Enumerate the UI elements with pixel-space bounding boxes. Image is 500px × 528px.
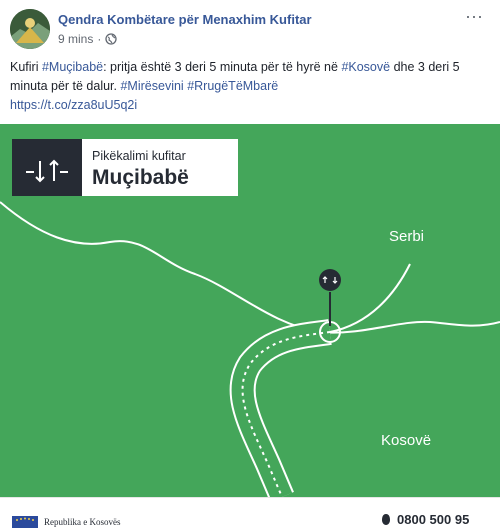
- page-name-link[interactable]: Qendra Kombëtare për Menaxhim Kufitar: [58, 12, 312, 27]
- more-options-icon[interactable]: ···: [462, 7, 486, 29]
- graphic-footer: Republika e Kosovës 0800 500 95: [0, 497, 500, 528]
- post-text: Kufiri #Muçibabë: pritja është 3 deri 5 …: [10, 58, 488, 115]
- globe-icon[interactable]: [105, 33, 117, 45]
- crossing-sign: Pikëkalimi kufitar Muçibabë: [82, 139, 238, 196]
- post-header: Qendra Kombëtare për Menaxhim Kufitar 9 …: [10, 7, 490, 49]
- post-image[interactable]: Pikëkalimi kufitar Muçibabë Serbi Kosovë: [0, 124, 500, 497]
- republic-label: Republika e Kosovës: [44, 517, 121, 527]
- label-serbia: Serbi: [389, 228, 425, 245]
- road: [229, 263, 411, 497]
- meta-separator: ·: [97, 32, 102, 46]
- border-line: [0, 201, 500, 334]
- phone-number-text: 0800 500 95: [397, 512, 470, 527]
- hashtag-miresevini-link[interactable]: #Mirësevini: [120, 79, 183, 93]
- phone-number: 0800 500 95: [381, 512, 469, 527]
- hashtag-mucibabe-link[interactable]: #Muçibabë: [42, 60, 103, 74]
- sign-subtitle: Pikëkalimi kufitar: [92, 149, 186, 163]
- border-crossing-icon: [12, 139, 82, 196]
- label-kosovo: Kosovë: [381, 432, 432, 449]
- hashtag-rrugetembare-link[interactable]: #RrugëTëMbarë: [187, 79, 278, 93]
- short-url-link[interactable]: https://t.co/zza8uU5q2i: [10, 98, 137, 112]
- location-pin-icon: [319, 269, 341, 326]
- sign-title: Muçibabë: [92, 166, 189, 189]
- post-time[interactable]: 9 mins: [58, 32, 93, 46]
- emblem-icon: [12, 516, 38, 528]
- post-text-part: Kufiri: [10, 60, 42, 74]
- hashtag-kosove-link[interactable]: #Kosovë: [341, 60, 390, 74]
- post-text-part: : pritja është 3 deri 5 minuta për të hy…: [103, 60, 342, 74]
- post-meta: 9 mins ·: [58, 32, 117, 46]
- avatar-image: [10, 9, 50, 49]
- avatar[interactable]: [10, 9, 50, 49]
- phone-icon: [382, 514, 390, 525]
